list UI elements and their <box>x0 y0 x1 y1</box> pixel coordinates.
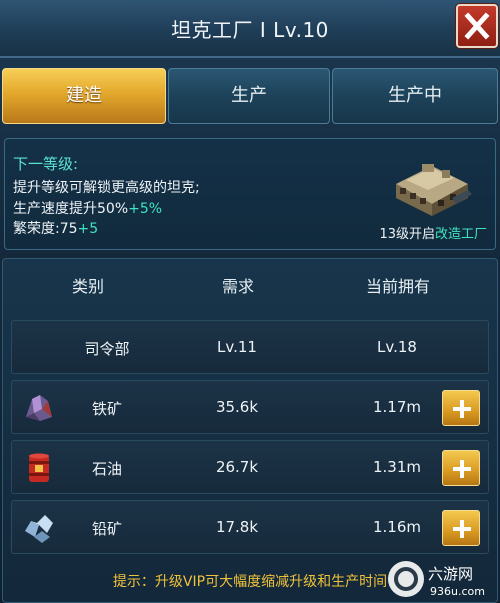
plus-icon <box>453 460 471 478</box>
table-row: 铅矿 17.8k 1.16m <box>11 500 489 554</box>
row-required: 26.7k <box>215 458 259 476</box>
header-category: 类别 <box>71 277 104 296</box>
table-row: 铁矿 35.6k 1.17m <box>11 380 489 434</box>
row-category: 铅矿 <box>91 520 122 538</box>
tab-build[interactable]: 建造 <box>2 68 166 124</box>
row-owned: 1.16m <box>372 518 421 536</box>
building-panel: 坦克工厂 I Lv.10 建造 生产 生产中 下一等级: 提升等级可解锁更高级的… <box>0 0 500 603</box>
next-level-info: 下一等级: 提升等级可解锁更高级的坦克; 生产速度提升50%+5% 繁荣度:75… <box>4 138 496 250</box>
unlock-hint: 13级开启改造工厂 <box>379 227 487 242</box>
watermark-sub: 936u.com <box>430 585 485 598</box>
tab-bar: 建造 生产 生产中 <box>0 68 500 126</box>
unlock-tank-text: 提升等级可解锁更高级的坦克; <box>13 180 200 196</box>
row-required: 35.6k <box>215 398 259 416</box>
oil-barrel-icon <box>29 453 49 482</box>
add-lead-button[interactable] <box>442 510 480 546</box>
row-required: 17.8k <box>215 518 259 536</box>
header-required: 需求 <box>221 277 254 296</box>
next-level-heading: 下一等级: <box>13 155 79 173</box>
tab-producing[interactable]: 生产中 <box>332 68 498 124</box>
row-category: 司令部 <box>84 340 130 358</box>
factory-building-icon <box>396 164 472 216</box>
prosperity-bonus: +5 <box>77 221 99 237</box>
requirements-table: 类别 需求 当前拥有 司令部 Lv.11 Lv.18 铁矿 35.6k 1.17… <box>2 258 498 603</box>
table-row: 司令部 Lv.11 Lv.18 <box>11 320 489 374</box>
iron-ore-icon <box>26 395 52 421</box>
plus-icon <box>453 400 471 418</box>
row-category: 铁矿 <box>91 400 122 418</box>
row-owned: Lv.18 <box>377 338 417 356</box>
table-row: 石油 26.7k 1.31m <box>11 440 489 494</box>
row-category: 石油 <box>91 460 122 478</box>
window-title: 坦克工厂 I Lv.10 <box>171 18 329 42</box>
tab-produce[interactable]: 生产 <box>168 68 330 124</box>
row-owned: 1.17m <box>372 398 421 416</box>
lead-ore-icon <box>25 515 53 543</box>
row-owned: 1.31m <box>372 458 421 476</box>
header-owned: 当前拥有 <box>365 277 430 296</box>
add-iron-button[interactable] <box>442 390 480 426</box>
watermark-text: 六游网 <box>428 565 473 583</box>
close-icon <box>464 12 490 40</box>
row-required: Lv.11 <box>217 338 257 356</box>
prosperity-text: 繁荣度:75+5 <box>13 221 99 237</box>
title-bar: 坦克工厂 I Lv.10 <box>0 0 500 58</box>
production-speed-text: 生产速度提升50%+5% <box>13 201 163 217</box>
speed-bonus: +5% <box>128 201 163 217</box>
upgrade-factory-link[interactable]: 改造工厂 <box>435 227 487 242</box>
table-header: 类别 需求 当前拥有 <box>3 259 497 307</box>
plus-icon <box>453 520 471 538</box>
close-button[interactable] <box>456 4 498 48</box>
site-watermark: 六游网 936u.com <box>388 561 485 598</box>
add-oil-button[interactable] <box>442 450 480 486</box>
